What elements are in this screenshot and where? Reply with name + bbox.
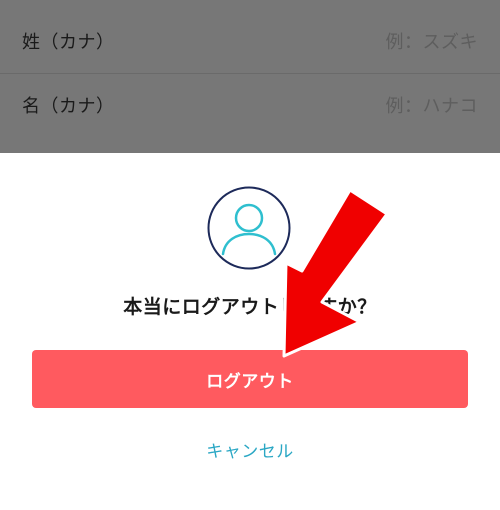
cancel-button[interactable]: キャンセル xyxy=(0,437,500,462)
background-form: 姓（カナ） 例：スズキ 名（カナ） 例：ハナコ xyxy=(0,0,500,153)
last-name-kana-label: 姓（カナ） xyxy=(22,32,115,53)
form-row-last-name-kana: 姓（カナ） 例：スズキ xyxy=(0,6,500,70)
logout-button[interactable]: ログアウト xyxy=(32,350,468,408)
last-name-kana-input: 例：スズキ xyxy=(385,32,478,53)
first-name-kana-label: 名（カナ） xyxy=(22,96,115,117)
form-row-first-name-kana: 名（カナ） 例：ハナコ xyxy=(0,70,500,134)
dialog-title: 本当にログアウトしますか？ xyxy=(123,296,377,318)
user-avatar-icon xyxy=(207,186,291,270)
first-name-kana-input: 例：ハナコ xyxy=(385,96,478,117)
